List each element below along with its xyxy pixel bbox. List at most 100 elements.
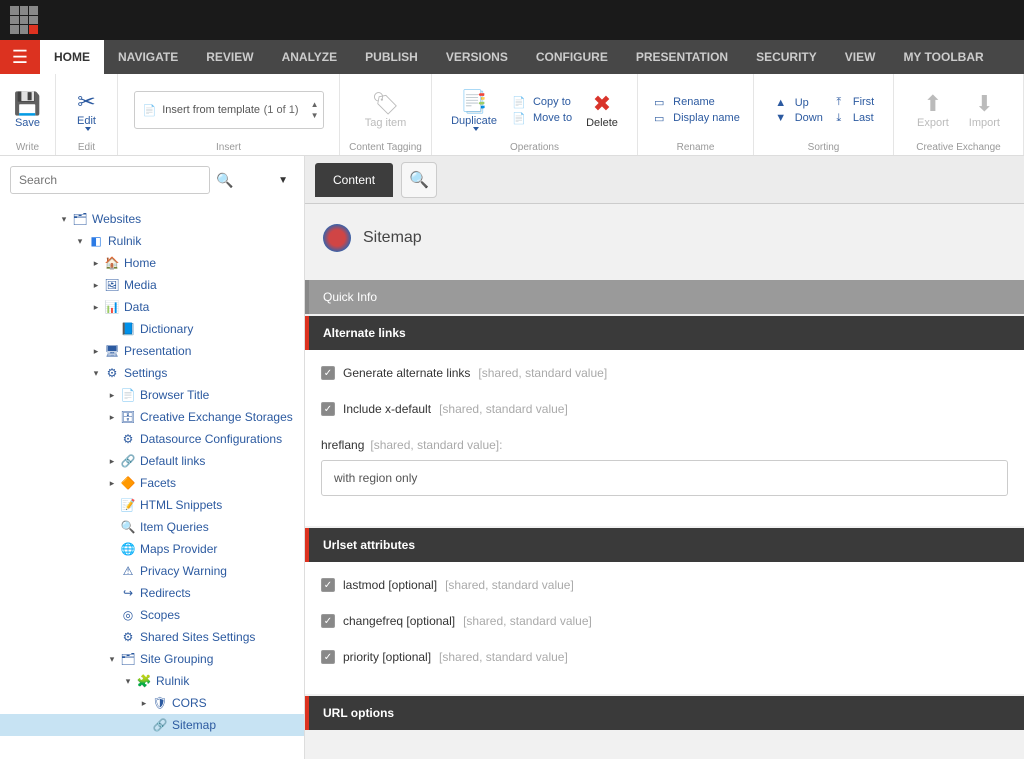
tab-presentation[interactable]: PRESENTATION xyxy=(622,40,742,74)
tree-rulnik[interactable]: ▾◧Rulnik xyxy=(0,230,304,252)
section-quick-info[interactable]: Quick Info xyxy=(305,280,1024,314)
tree-dictionary[interactable]: 📘Dictionary xyxy=(0,318,304,340)
tab-home[interactable]: HOME xyxy=(40,40,104,74)
label-lastmod: lastmod [optional] xyxy=(343,578,437,592)
tree-datasource[interactable]: ⚙Datasource Configurations xyxy=(0,428,304,450)
tree-privacy-warning[interactable]: ⚠Privacy Warning xyxy=(0,560,304,582)
import-label: Import xyxy=(969,117,1000,129)
tab-versions[interactable]: VERSIONS xyxy=(432,40,522,74)
tree-settings[interactable]: ▾⚙Settings xyxy=(0,362,304,384)
move-down-button[interactable]: ▼Down xyxy=(773,112,823,124)
insert-template-label: Insert from template xyxy=(162,104,260,116)
insert-spinner[interactable]: ▲▼ xyxy=(311,100,319,120)
search-icon[interactable]: 🔍 xyxy=(216,172,233,189)
tab-my-toolbar[interactable]: MY TOOLBAR xyxy=(889,40,997,74)
section-urlset[interactable]: Urlset attributes xyxy=(305,528,1024,562)
cors-icon: 🛡 xyxy=(152,695,168,711)
tab-content[interactable]: Content xyxy=(315,163,393,197)
duplicate-button[interactable]: 📑 Duplicate xyxy=(445,87,503,133)
tab-view[interactable]: VIEW xyxy=(831,40,890,74)
duplicate-icon: 📑 xyxy=(460,89,487,115)
last-icon: ⤓ xyxy=(831,112,847,125)
move-to-button[interactable]: 📄Move to xyxy=(511,112,572,125)
tab-publish[interactable]: PUBLISH xyxy=(351,40,432,74)
content-tree: ▾🗂Websites ▾◧Rulnik ▸🏠Home ▸🖼Media ▸📊Dat… xyxy=(0,204,304,759)
hint-shared-5: [shared, standard value] xyxy=(463,614,592,628)
tab-security[interactable]: SECURITY xyxy=(742,40,831,74)
export-icon: ⬆ xyxy=(924,91,942,117)
dictionary-icon: 📘 xyxy=(120,321,136,337)
hamburger-button[interactable]: ☰ xyxy=(0,40,40,74)
label-priority: priority [optional] xyxy=(343,650,431,664)
checkbox-priority[interactable]: ✓ xyxy=(321,650,335,664)
tag-item-button: 🏷 Tag item xyxy=(359,89,413,131)
move-up-button[interactable]: ▲Up xyxy=(773,97,823,109)
storage-icon: 🗄 xyxy=(120,409,136,425)
tree-creative-exchange[interactable]: ▸🗄Creative Exchange Storages xyxy=(0,406,304,428)
display-name-button[interactable]: ▭Display name xyxy=(651,112,740,125)
tab-navigate[interactable]: NAVIGATE xyxy=(104,40,192,74)
edit-button[interactable]: ✂ Edit xyxy=(71,87,102,133)
tree-data[interactable]: ▸📊Data xyxy=(0,296,304,318)
tree-html-snippets[interactable]: 📝HTML Snippets xyxy=(0,494,304,516)
select-hreflang[interactable]: with region only xyxy=(321,460,1008,496)
copy-to-button[interactable]: 📄Copy to xyxy=(511,96,572,109)
tab-review[interactable]: REVIEW xyxy=(192,40,267,74)
tree-maps-provider[interactable]: 🌐Maps Provider xyxy=(0,538,304,560)
tree-shared-sites[interactable]: ⚙Shared Sites Settings xyxy=(0,626,304,648)
checkbox-changefreq[interactable]: ✓ xyxy=(321,614,335,628)
query-icon: 🔍 xyxy=(120,519,136,535)
tree-home[interactable]: ▸🏠Home xyxy=(0,252,304,274)
tab-analyze[interactable]: ANALYZE xyxy=(268,40,352,74)
display-name-icon: ▭ xyxy=(651,112,667,125)
tree-websites[interactable]: ▾🗂Websites xyxy=(0,208,304,230)
tree-cors[interactable]: ▸🛡CORS xyxy=(0,692,304,714)
tree-rulnik-group[interactable]: ▾🧩Rulnik xyxy=(0,670,304,692)
tree-presentation[interactable]: ▸🖥Presentation xyxy=(0,340,304,362)
site-icon: ◧ xyxy=(88,233,104,249)
hint-shared-6: [shared, standard value] xyxy=(439,650,568,664)
hint-shared-2: [shared, standard value] xyxy=(439,402,568,416)
copy-icon: 📄 xyxy=(511,96,527,109)
label-generate-alternate: Generate alternate links xyxy=(343,366,470,380)
home-icon: 🏠 xyxy=(104,255,120,271)
checkbox-generate-alternate[interactable]: ✓ xyxy=(321,366,335,380)
tree-site-grouping[interactable]: ▾🗂Site Grouping xyxy=(0,648,304,670)
down-icon: ▼ xyxy=(773,112,789,124)
insert-from-template[interactable]: 📄 Insert from template (1 of 1) ▲▼ xyxy=(134,91,324,129)
site-icon: 🧩 xyxy=(136,673,152,689)
right-pane: Content 🔍 Sitemap Quick Info Alternate l… xyxy=(305,156,1024,759)
save-button[interactable]: 💾 Save xyxy=(8,89,47,131)
delete-button[interactable]: ✖ Delete xyxy=(580,89,624,131)
tree-default-links[interactable]: ▸🔗Default links xyxy=(0,450,304,472)
import-button: ⬇ Import xyxy=(963,89,1006,131)
tree-scopes[interactable]: ◎Scopes xyxy=(0,604,304,626)
group-insert-label: Insert xyxy=(126,140,331,153)
rename-button[interactable]: ▭Rename xyxy=(651,96,740,109)
tree-media[interactable]: ▸🖼Media xyxy=(0,274,304,296)
hint-shared-3: [shared, standard value]: xyxy=(370,438,502,452)
search-dropdown[interactable]: ▼ xyxy=(278,175,288,186)
section-alternate-links[interactable]: Alternate links xyxy=(305,316,1024,350)
tree-facets[interactable]: ▸🔶Facets xyxy=(0,472,304,494)
tree-browser-title[interactable]: ▸📄Browser Title xyxy=(0,384,304,406)
shared-icon: ⚙ xyxy=(120,629,136,645)
app-logo xyxy=(10,6,38,34)
tab-configure[interactable]: CONFIGURE xyxy=(522,40,622,74)
section-url-options[interactable]: URL options xyxy=(305,696,1024,730)
tree-item-queries[interactable]: 🔍Item Queries xyxy=(0,516,304,538)
search-input[interactable] xyxy=(10,166,210,194)
tree-redirects[interactable]: ↪Redirects xyxy=(0,582,304,604)
checkbox-lastmod[interactable]: ✓ xyxy=(321,578,335,592)
settings-icon: ⚙ xyxy=(104,365,120,381)
group-exchange-label: Creative Exchange xyxy=(902,140,1015,153)
globe-icon: 🌐 xyxy=(120,541,136,557)
ribbon: 💾 Save Write ✂ Edit Edit 📄 Insert from t… xyxy=(0,74,1024,156)
group-write-label: Write xyxy=(8,140,47,153)
move-first-button[interactable]: ⤒First xyxy=(831,96,874,109)
search-content-button[interactable]: 🔍 xyxy=(401,162,437,198)
tree-sitemap[interactable]: 🔗Sitemap xyxy=(0,714,304,736)
checkbox-include-xdefault[interactable]: ✓ xyxy=(321,402,335,416)
edit-label: Edit xyxy=(77,115,96,127)
move-last-button[interactable]: ⤓Last xyxy=(831,112,874,125)
